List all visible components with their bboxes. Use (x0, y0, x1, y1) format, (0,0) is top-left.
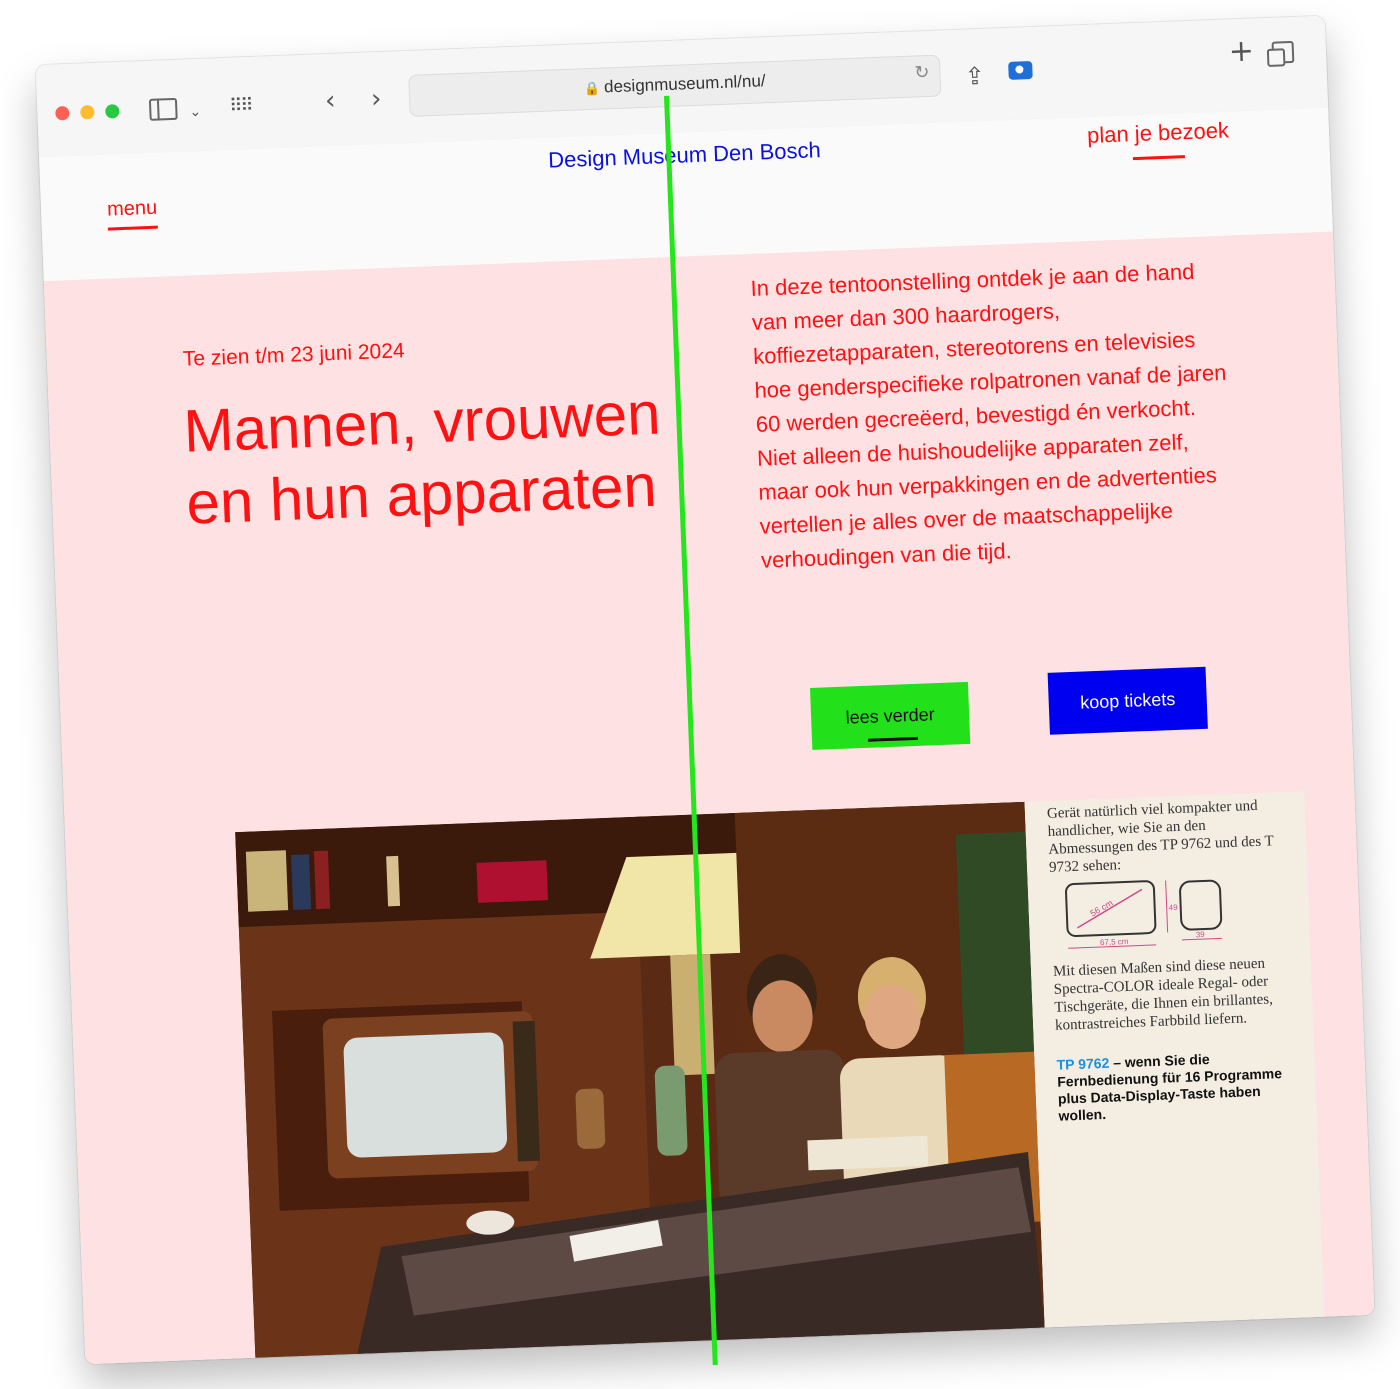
chevron-down-icon[interactable]: ⌄ (189, 97, 202, 127)
exhibition-dates: Te zien t/m 23 juni 2024 (182, 339, 406, 371)
address-text-wrap: 🔒 designmuseum.nl/nu/ (410, 65, 940, 105)
plan-visit-link[interactable]: plan je bezoek (1087, 117, 1230, 161)
ad-model-name: TP 9762 (1056, 1054, 1110, 1073)
camera-icon[interactable] (1008, 60, 1033, 80)
tab-overview-icon[interactable]: ⠿⠿ (229, 91, 253, 122)
vintage-livingroom-photo (235, 801, 1046, 1365)
ad-paragraph-3: TP 9762 – wenn Sie die Fernbedienung für… (1056, 1048, 1298, 1125)
advertisement-text: Gerät natürlich viel kompakter und handl… (1024, 791, 1325, 1336)
share-icon[interactable]: ⇪ (964, 61, 985, 92)
zoom-window-icon[interactable] (105, 104, 120, 119)
exhibition-title: Mannen, vrouwen en hun apparaten (182, 379, 662, 537)
close-window-icon[interactable] (55, 105, 70, 121)
lock-icon: 🔒 (583, 80, 601, 97)
sidebar-icon[interactable] (148, 97, 178, 121)
show-tabs-icon[interactable] (1271, 40, 1295, 64)
exhibition-intro: In deze tentoonstelling ontdek je aan de… (750, 258, 1227, 573)
tv-dimensions-diagram: 56 cm 67,5 cm 49 39 (1065, 879, 1223, 949)
ad-paragraph-1: Gerät natürlich viel kompakter und handl… (1046, 797, 1274, 876)
dim-diagonal-label: 56 cm (1088, 898, 1114, 919)
buy-tickets-button[interactable]: koop tickets (1047, 666, 1208, 735)
plan-visit-underline (1132, 155, 1185, 161)
plan-visit-label: plan je bezoek (1086, 117, 1230, 148)
menu-link[interactable]: menu (106, 196, 158, 231)
url-text: designmuseum.nl/nu/ (603, 71, 766, 97)
dim-depth-label: 39 (1196, 930, 1206, 939)
exhibition-image: Gerät natürlich viel kompakter und handl… (235, 791, 1325, 1365)
new-tab-icon[interactable]: + (1228, 33, 1254, 69)
read-more-underline (867, 736, 919, 742)
minimize-window-icon[interactable] (80, 105, 95, 120)
read-more-label: lees verder (845, 704, 935, 728)
forward-icon[interactable]: › (371, 84, 383, 114)
back-icon[interactable]: ‹ (325, 86, 337, 116)
dim-height-label: 49 (1169, 903, 1179, 912)
reload-icon[interactable]: ↻ (914, 62, 930, 84)
dim-width-label: 67,5 cm (1100, 937, 1129, 947)
ad-paragraph-2: Mit diesen Maßen sind diese neuen Spectr… (1052, 955, 1274, 1034)
read-more-button[interactable]: lees verder (809, 681, 971, 750)
address-bar[interactable]: 🔒 designmuseum.nl/nu/ ↻ (408, 54, 942, 117)
